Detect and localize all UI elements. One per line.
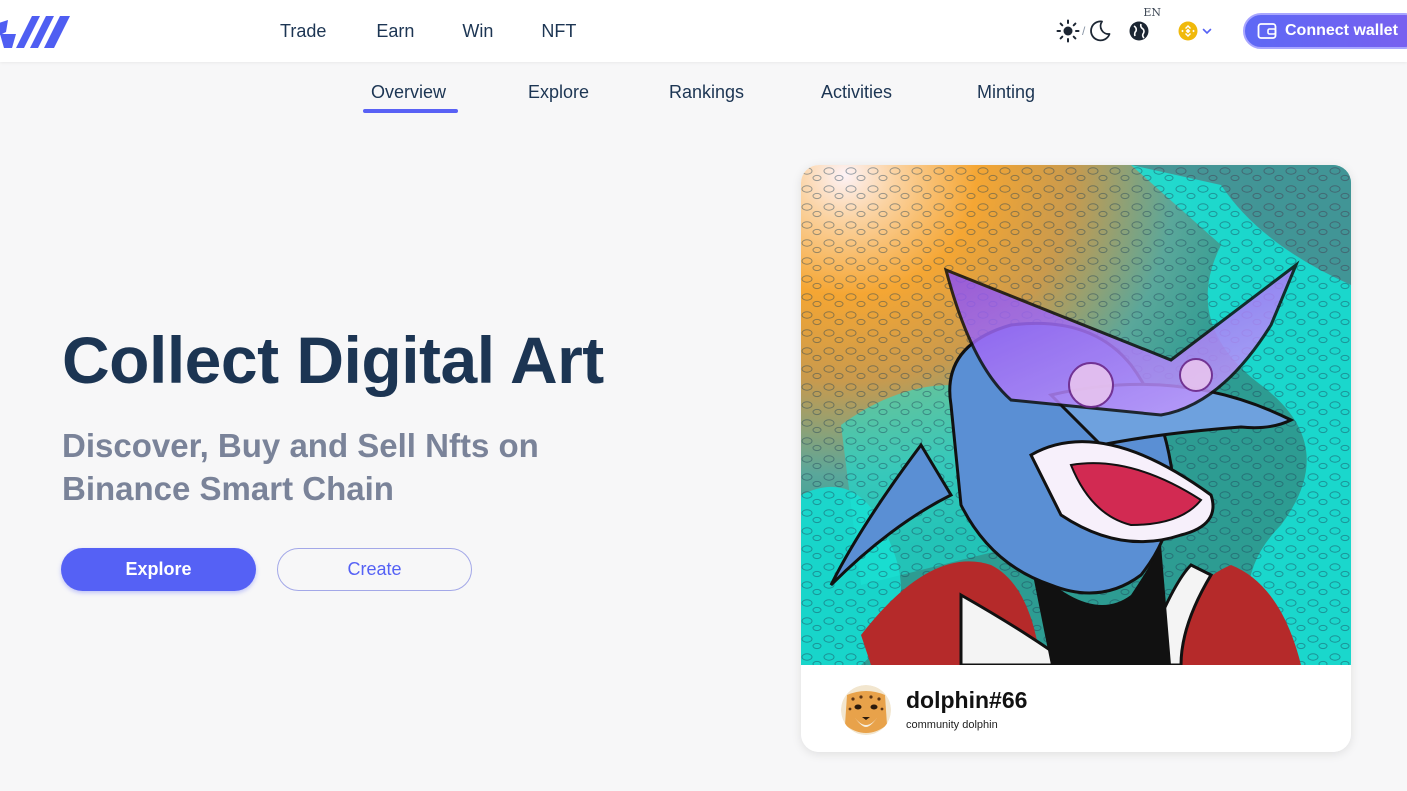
header-tools: / EN [1056,0,1233,62]
nav-nft[interactable]: NFT [541,21,576,42]
language-selector[interactable]: EN [1128,6,1161,42]
nft-card-footer: dolphin#66 community dolphin [801,665,1351,752]
bnb-icon [1178,21,1198,41]
nft-subnav: Overview Explore Rankings Activities Min… [0,62,1407,118]
tab-activities[interactable]: Activities [821,82,892,103]
chevron-down-icon [1203,28,1212,35]
cheetah-avatar [841,685,891,735]
nft-name[interactable]: dolphin#66 [906,687,1027,714]
connect-wallet-label: Connect wallet [1285,22,1398,39]
tab-rankings[interactable]: Rankings [669,82,744,103]
tab-overview[interactable]: Overview [371,82,446,103]
top-header: Trade Earn Win NFT / EN Connect wallet [0,0,1407,62]
wallet-icon [1257,23,1277,39]
hero-title: Collect Digital Art [62,323,604,397]
featured-nft-card[interactable]: dolphin#66 community dolphin [801,165,1351,752]
active-tab-indicator [363,109,458,113]
main-nav: Trade Earn Win NFT [262,0,626,62]
nft-artwork-image [801,165,1351,665]
moon-icon[interactable] [1088,19,1112,43]
create-button[interactable]: Create [277,548,472,591]
network-selector[interactable] [1178,21,1213,41]
nav-earn[interactable]: Earn [376,21,414,42]
hero-subtitle: Discover, Buy and Sell Nfts on Binance S… [62,427,539,507]
language-label: EN [1143,6,1161,19]
theme-separator: / [1082,24,1086,38]
nav-win[interactable]: Win [462,21,493,42]
logo-icon[interactable] [0,12,74,50]
nft-collection[interactable]: community dolphin [906,719,998,731]
tab-minting[interactable]: Minting [977,82,1035,103]
connect-wallet-button[interactable]: Connect wallet [1243,13,1407,49]
explore-button[interactable]: Explore [61,548,256,591]
tab-explore[interactable]: Explore [528,82,589,103]
sun-icon[interactable] [1056,19,1080,43]
nav-trade[interactable]: Trade [280,21,326,42]
globe-icon [1129,21,1149,41]
